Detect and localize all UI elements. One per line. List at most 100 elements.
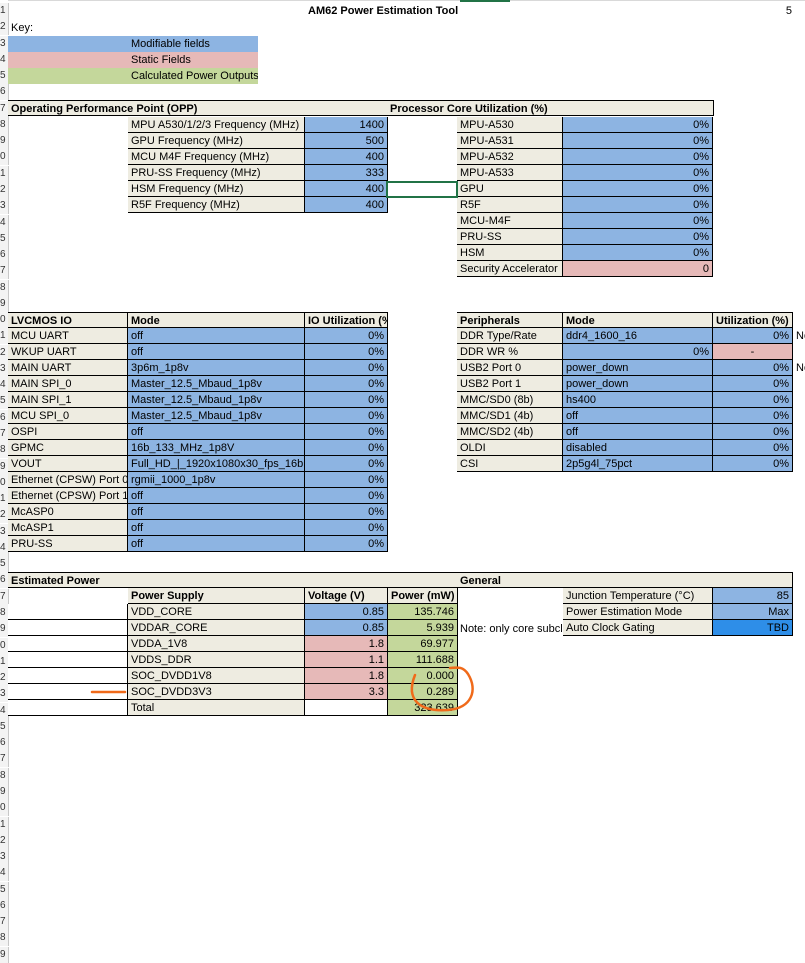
periph-util-input[interactable]: 0% xyxy=(713,440,793,456)
lvcmos-util-input[interactable]: 0% xyxy=(305,360,388,376)
row-number[interactable]: 0 xyxy=(0,800,9,817)
row-number[interactable]: 6 xyxy=(0,735,9,752)
row-number[interactable]: 5 xyxy=(0,230,9,247)
util-value-input[interactable]: 0% xyxy=(563,165,713,181)
row-number[interactable]: 2 xyxy=(0,832,9,849)
lvcmos-util-input[interactable]: 0% xyxy=(305,472,388,488)
row-number[interactable]: 4 xyxy=(0,214,9,231)
util-value-input[interactable]: 0% xyxy=(563,197,713,213)
opp-value-input[interactable]: 1400 xyxy=(305,117,388,133)
util-value-input[interactable]: 0% xyxy=(563,149,713,165)
row-number[interactable]: 5 xyxy=(0,718,9,735)
lvcmos-util-input[interactable]: 0% xyxy=(305,424,388,440)
lvcmos-mode-select[interactable]: off xyxy=(128,504,305,520)
periph-util-input[interactable]: 0% xyxy=(713,456,793,472)
lvcmos-mode-select[interactable]: Full_HD_|_1920x1080x30_fps_16b xyxy=(128,456,305,472)
row-number[interactable]: 7 xyxy=(0,751,9,768)
power-voltage-value[interactable]: 0.85 xyxy=(305,620,388,636)
lvcmos-mode-select[interactable]: 16b_133_MHz_1p8V xyxy=(128,440,305,456)
opp-value-input[interactable]: 333 xyxy=(305,165,388,181)
util-value-input[interactable]: 0% xyxy=(563,133,713,149)
lvcmos-util-input[interactable]: 0% xyxy=(305,504,388,520)
lvcmos-util-input[interactable]: 0% xyxy=(305,520,388,536)
row-number[interactable]: 7 xyxy=(0,588,9,605)
lvcmos-util-input[interactable]: 0% xyxy=(305,456,388,472)
lvcmos-util-input[interactable]: 0% xyxy=(305,328,388,344)
opp-value-input[interactable]: 400 xyxy=(305,197,388,213)
periph-util-input[interactable]: 0% xyxy=(713,376,793,392)
util-value-input[interactable]: 0 xyxy=(563,261,713,277)
version-number: 5 xyxy=(785,5,792,17)
lvcmos-util-input[interactable]: 0% xyxy=(305,408,388,424)
row-number[interactable]: 0 xyxy=(0,149,9,166)
periph-mode-select[interactable]: off xyxy=(563,408,713,424)
periph-mode-select[interactable]: hs400 xyxy=(563,392,713,408)
lvcmos-mode-select[interactable]: off xyxy=(128,424,305,440)
row-number[interactable]: 3 xyxy=(0,849,9,866)
periph-util-input[interactable]: - xyxy=(713,344,793,360)
row-number[interactable]: 6 xyxy=(0,897,9,914)
lvcmos-mode-select[interactable]: off xyxy=(128,536,305,552)
row-number[interactable]: 8 xyxy=(0,116,9,133)
row-number[interactable]: 6 xyxy=(0,84,9,101)
periph-mode-select[interactable]: power_down xyxy=(563,360,713,376)
row-number[interactable]: 7 xyxy=(0,914,9,931)
periph-mode-select[interactable]: disabled xyxy=(563,440,713,456)
lvcmos-mode-select[interactable]: 3p6m_1p8v xyxy=(128,360,305,376)
opp-value-input[interactable]: 400 xyxy=(305,149,388,165)
periph-util-input[interactable]: 0% xyxy=(713,328,793,344)
periph-util-input[interactable]: 0% xyxy=(713,408,793,424)
opp-value-input[interactable]: 400 xyxy=(305,181,388,197)
general-value-input[interactable]: Max xyxy=(713,604,793,620)
selected-cell[interactable] xyxy=(386,181,458,198)
row-number[interactable]: 9 xyxy=(0,295,9,312)
lvcmos-mode-select[interactable]: off xyxy=(128,488,305,504)
row-number[interactable]: 5 xyxy=(0,556,9,573)
util-value-input[interactable]: 0% xyxy=(563,245,713,261)
lvcmos-mode-select[interactable]: Master_12.5_Mbaud_1p8v xyxy=(128,376,305,392)
row-number[interactable]: 2 xyxy=(0,181,9,198)
row-number[interactable]: 4 xyxy=(0,865,9,882)
lvcmos-mode-select[interactable]: Master_12.5_Mbaud_1p8v xyxy=(128,408,305,424)
row-number[interactable]: 3 xyxy=(0,198,9,215)
row-number[interactable]: 9 xyxy=(0,946,9,963)
row-number[interactable]: 7 xyxy=(0,263,9,280)
lvcmos-util-input[interactable]: 0% xyxy=(305,392,388,408)
periph-mode-select[interactable]: power_down xyxy=(563,376,713,392)
row-number[interactable]: 9 xyxy=(0,783,9,800)
row-number[interactable]: 9 xyxy=(0,133,9,150)
periph-mode-select[interactable]: off xyxy=(563,424,713,440)
util-value-input[interactable]: 0% xyxy=(563,213,713,229)
opp-value-input[interactable]: 500 xyxy=(305,133,388,149)
lvcmos-mode-select[interactable]: rgmii_1000_1p8v xyxy=(128,472,305,488)
lvcmos-mode-select[interactable]: off xyxy=(128,328,305,344)
row-number[interactable]: 1 xyxy=(0,816,9,833)
row-number[interactable]: 5 xyxy=(0,881,9,898)
lvcmos-mode-select[interactable]: off xyxy=(128,520,305,536)
row-number[interactable]: 8 xyxy=(0,930,9,947)
lvcmos-util-input[interactable]: 0% xyxy=(305,440,388,456)
general-value-input[interactable]: TBD xyxy=(713,620,793,636)
util-value-input[interactable]: 0% xyxy=(563,117,713,133)
lvcmos-util-input[interactable]: 0% xyxy=(305,488,388,504)
row-number[interactable]: 1 xyxy=(0,165,9,182)
periph-mode-select[interactable]: ddr4_1600_16 xyxy=(563,328,713,344)
lvcmos-util-input[interactable]: 0% xyxy=(305,376,388,392)
periph-util-input[interactable]: 0% xyxy=(713,424,793,440)
periph-mode-select[interactable]: 0% xyxy=(563,344,713,360)
lvcmos-mode-select[interactable]: off xyxy=(128,344,305,360)
periph-mode-select[interactable]: 2p5g4l_75pct xyxy=(563,456,713,472)
periph-util-input[interactable]: 0% xyxy=(713,360,793,376)
lvcmos-mode-select[interactable]: Master_12.5_Mbaud_1p8v xyxy=(128,392,305,408)
lvcmos-util-input[interactable]: 0% xyxy=(305,536,388,552)
general-value-input[interactable]: 85 xyxy=(713,588,793,604)
row-number[interactable]: 1 xyxy=(0,3,9,19)
row-number[interactable]: 8 xyxy=(0,767,9,784)
util-value-input[interactable]: 0% xyxy=(563,229,713,245)
periph-util-input[interactable]: 0% xyxy=(713,392,793,408)
row-number[interactable]: 6 xyxy=(0,247,9,264)
lvcmos-util-input[interactable]: 0% xyxy=(305,344,388,360)
power-voltage-value[interactable]: 0.85 xyxy=(305,604,388,620)
util-value-input[interactable]: 0% xyxy=(563,181,713,197)
row-number[interactable]: 8 xyxy=(0,279,9,296)
